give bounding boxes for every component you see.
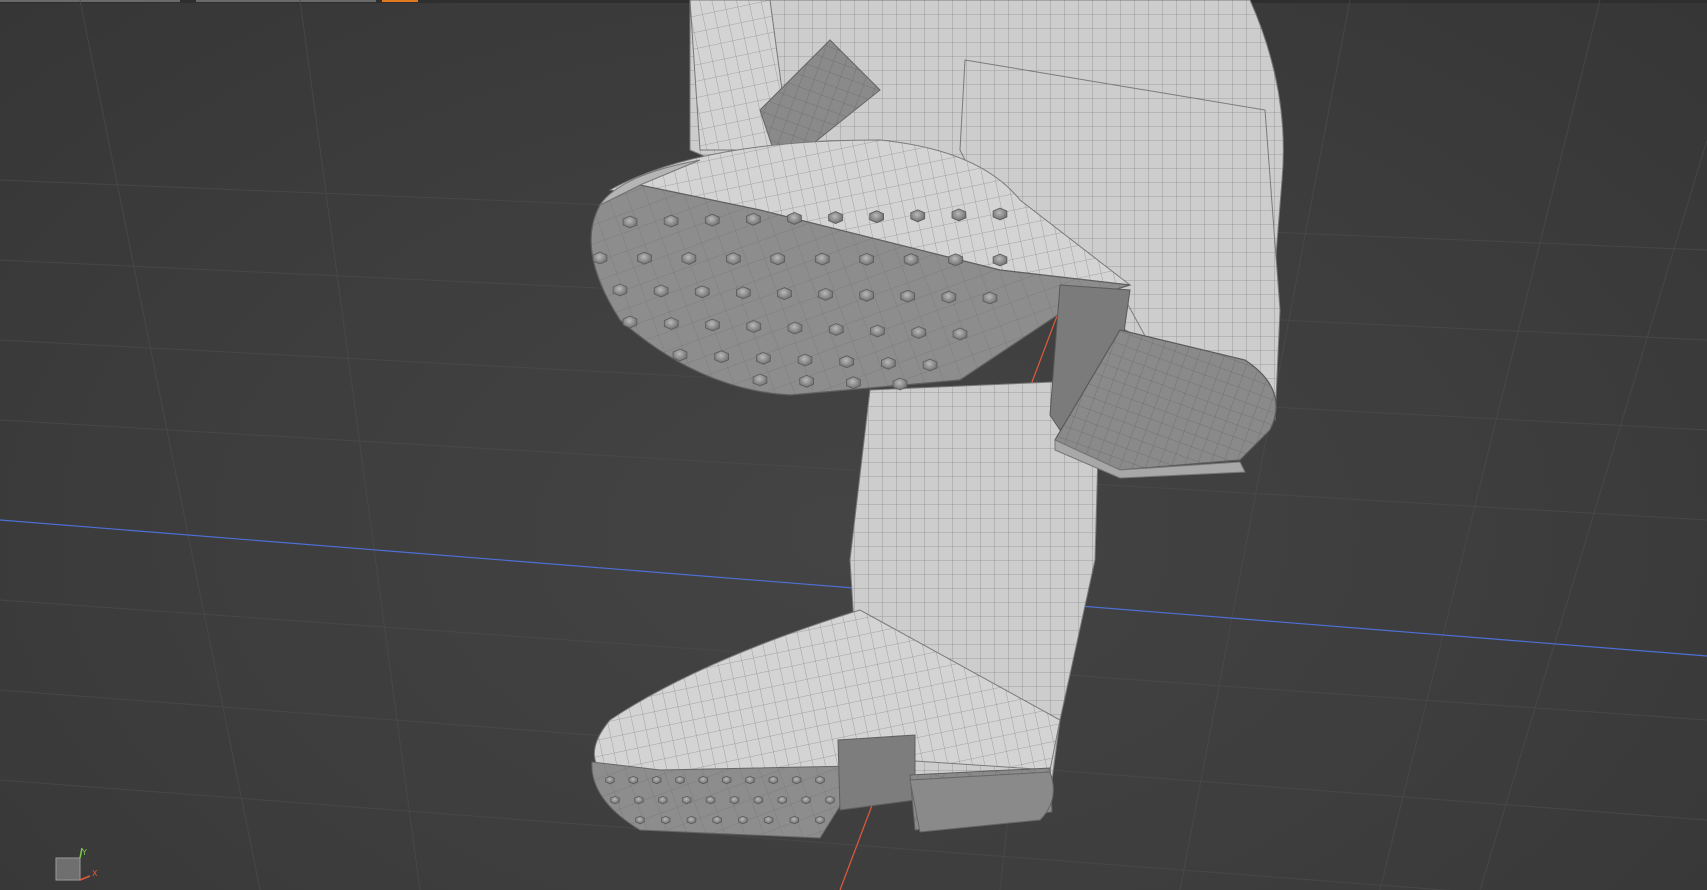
stud <box>746 320 762 333</box>
stud <box>859 252 874 266</box>
stud <box>661 815 671 825</box>
axis-gizmo[interactable]: Y X <box>52 846 104 886</box>
stud <box>911 326 927 339</box>
stud <box>869 210 884 224</box>
standing-boot-mesh <box>591 379 1101 839</box>
stud <box>635 815 645 825</box>
stud <box>815 815 825 825</box>
stud <box>738 815 748 825</box>
stud <box>612 283 628 297</box>
stud <box>828 211 843 225</box>
stud <box>768 775 779 785</box>
stud <box>704 213 720 227</box>
stud <box>622 315 638 329</box>
stud <box>941 290 957 304</box>
stud <box>787 211 802 225</box>
stud <box>870 324 885 338</box>
stud <box>622 215 638 229</box>
stud <box>846 376 861 390</box>
stud <box>675 775 685 785</box>
stud <box>881 356 896 370</box>
stud <box>756 351 771 365</box>
stud <box>777 795 787 805</box>
stud <box>814 252 830 266</box>
stud <box>653 284 669 298</box>
stud <box>818 287 833 301</box>
stud <box>663 317 679 330</box>
3d-viewport[interactable]: Y X <box>0 0 1707 890</box>
stud <box>777 287 792 301</box>
stud <box>815 775 825 785</box>
stud <box>694 285 710 299</box>
stud <box>729 795 740 805</box>
stud <box>658 795 668 805</box>
stud <box>736 286 751 300</box>
stud <box>801 795 811 805</box>
stud <box>726 252 741 266</box>
gizmo-x-label: X <box>92 869 98 878</box>
stud <box>951 208 967 222</box>
stud <box>799 374 814 388</box>
stud <box>753 795 764 805</box>
gizmo-y-label: Y <box>81 848 87 857</box>
stud <box>903 253 919 267</box>
stud <box>948 253 963 267</box>
stud <box>714 350 729 364</box>
stud <box>634 795 644 805</box>
stud <box>628 775 639 785</box>
stud <box>992 253 1008 267</box>
stud <box>651 775 662 785</box>
stud <box>828 323 844 336</box>
stud <box>746 212 761 226</box>
stud <box>992 207 1008 221</box>
stud <box>763 815 774 825</box>
stud <box>605 775 615 785</box>
stud <box>672 348 688 362</box>
stud <box>686 815 697 825</box>
stud <box>825 795 835 805</box>
stud <box>910 209 926 223</box>
stud <box>592 251 608 265</box>
stud <box>705 795 716 805</box>
stud <box>712 815 722 825</box>
stud <box>787 321 803 335</box>
stud <box>892 377 908 391</box>
stud <box>859 288 874 302</box>
scene-canvas[interactable] <box>0 0 1707 890</box>
stud <box>922 358 938 372</box>
stud <box>982 291 998 305</box>
stud <box>681 795 692 805</box>
stud <box>752 373 768 387</box>
stud <box>745 775 755 785</box>
stud <box>681 251 697 265</box>
stud <box>637 251 652 265</box>
stud <box>789 815 799 825</box>
stud <box>791 775 802 785</box>
gizmo-cube-icon <box>55 857 81 881</box>
stud <box>770 252 786 266</box>
stud <box>721 775 732 785</box>
stud <box>839 355 854 369</box>
stud <box>705 318 720 332</box>
stud <box>663 214 679 228</box>
stud <box>952 327 968 341</box>
stud <box>900 289 916 303</box>
stud <box>610 795 620 805</box>
stud <box>797 353 813 367</box>
stud <box>698 775 709 785</box>
